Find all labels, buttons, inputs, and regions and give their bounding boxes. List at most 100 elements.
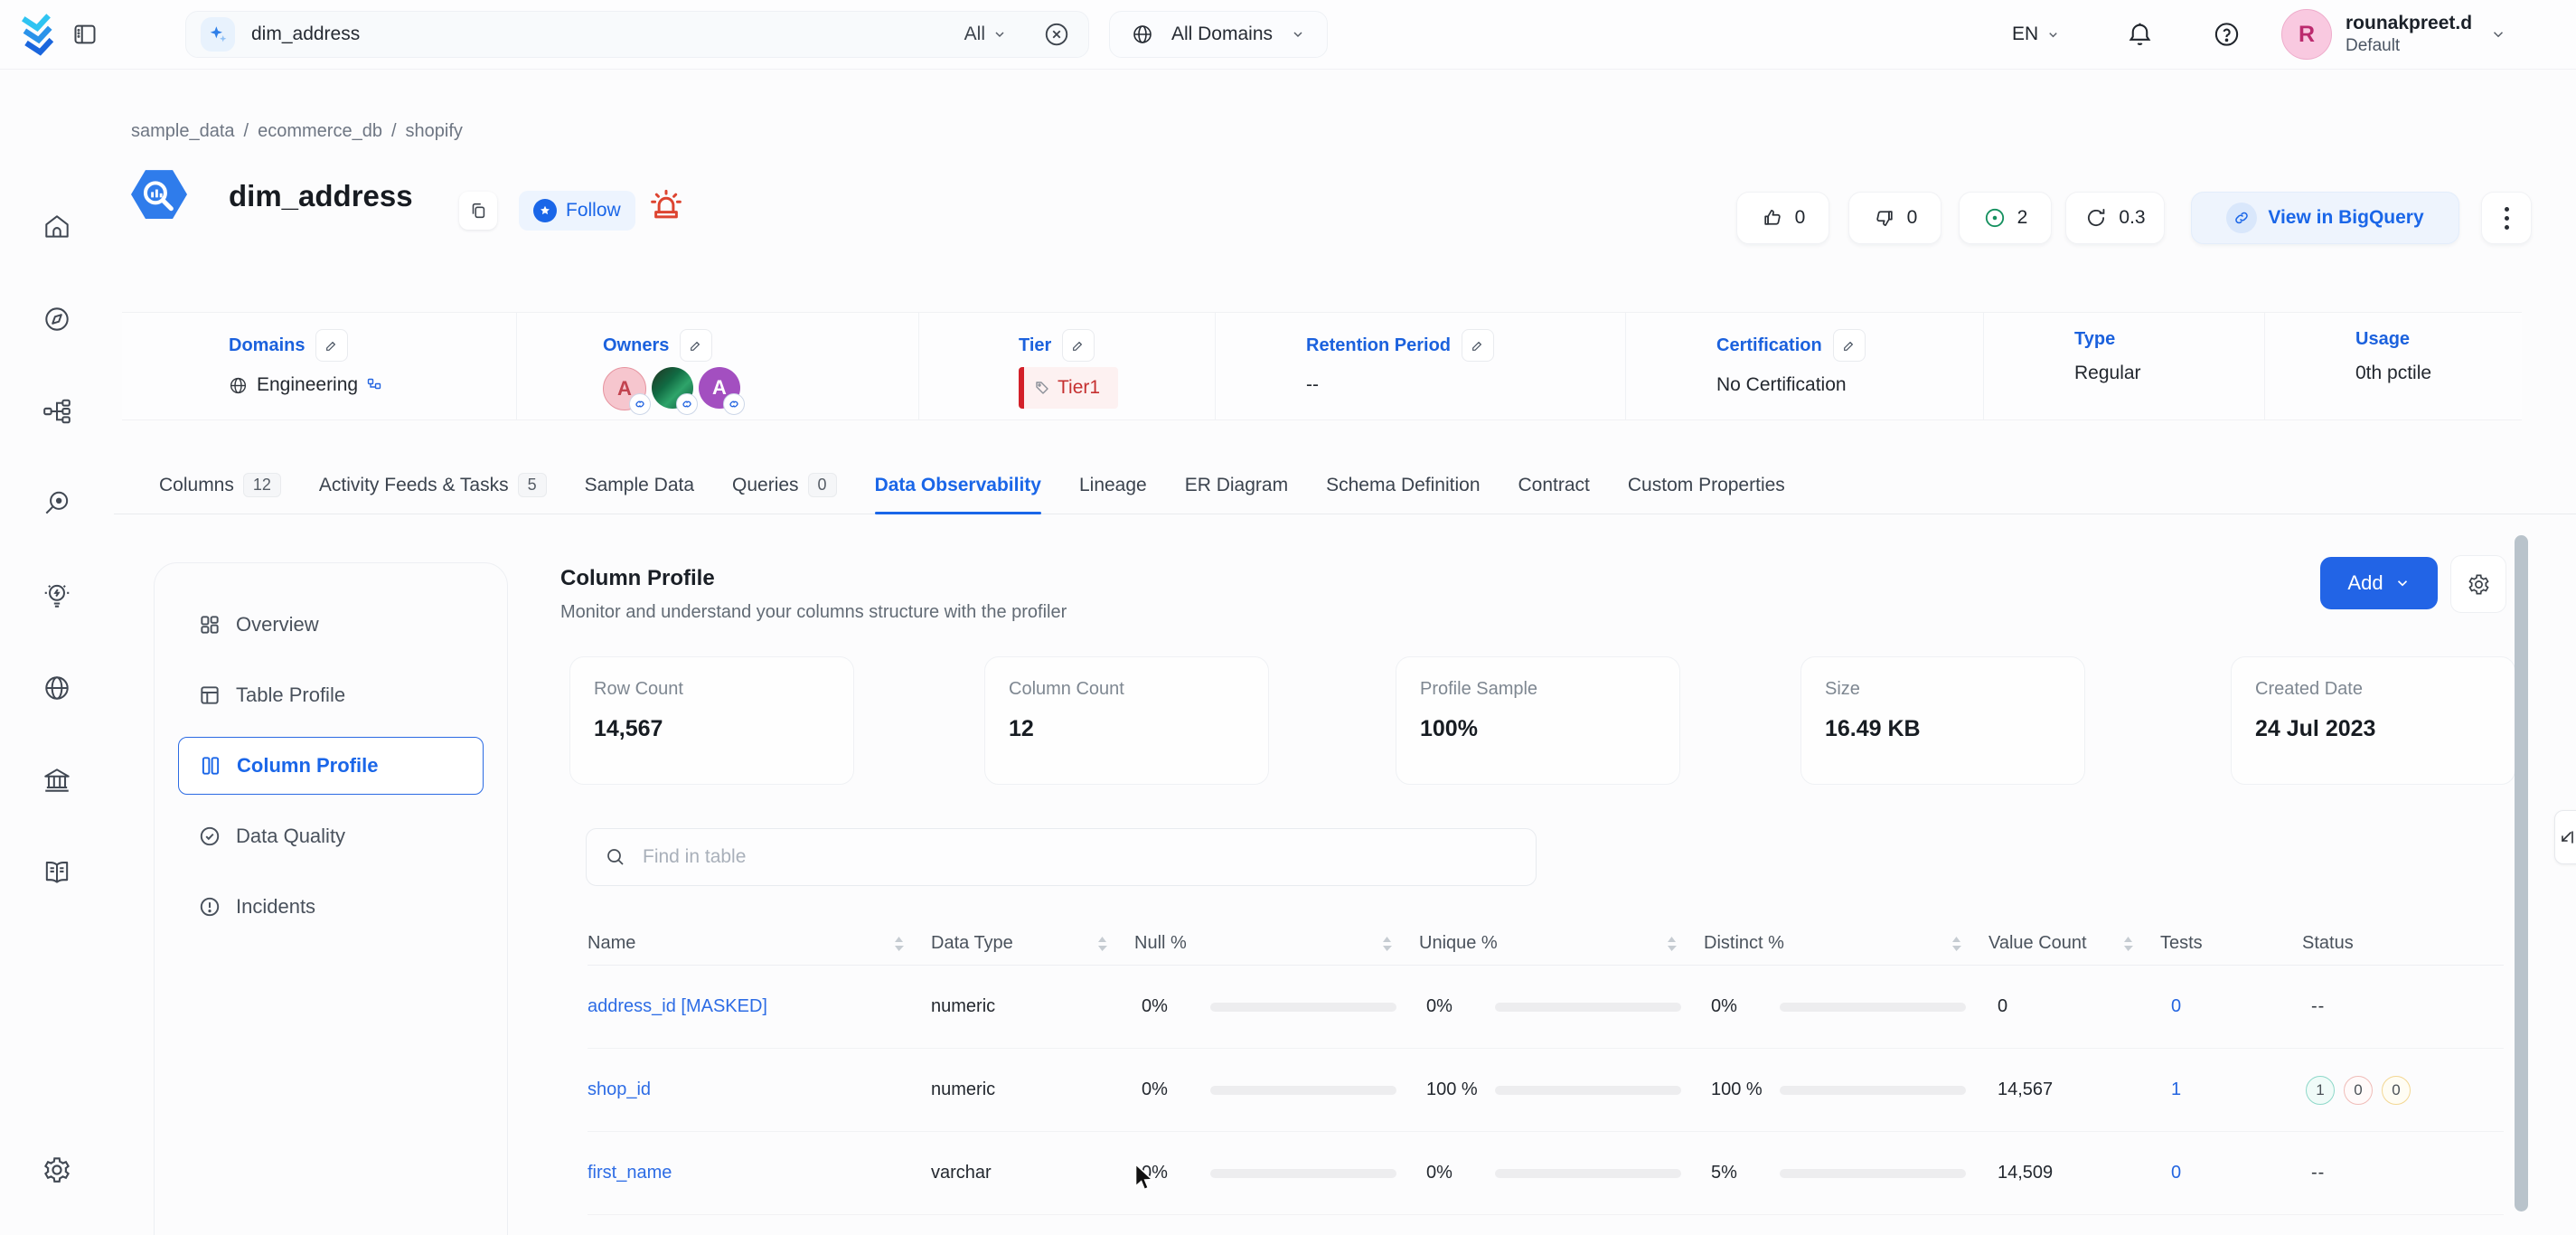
domains-filter-value: All Domains xyxy=(1171,24,1273,45)
header-value-count[interactable]: Value Count xyxy=(1988,933,2160,954)
sort-icon[interactable] xyxy=(1382,937,1392,951)
status-cell: -- xyxy=(2302,1163,2504,1183)
add-label: Add xyxy=(2347,571,2383,595)
home-icon[interactable] xyxy=(42,212,72,242)
chevron-down-icon xyxy=(1291,27,1305,42)
header-null-pct[interactable]: Null % xyxy=(1134,933,1419,954)
sidebar-toggle-icon[interactable] xyxy=(72,22,98,47)
settings-gear-icon[interactable] xyxy=(42,1155,72,1185)
owner-avatar[interactable]: A xyxy=(603,367,646,410)
owners-label: Owners xyxy=(603,335,669,356)
edit-domains-button[interactable] xyxy=(315,329,348,362)
tab-columns[interactable]: Columns12 xyxy=(159,457,281,514)
tab-lineage[interactable]: Lineage xyxy=(1079,457,1147,514)
tab-er-diagram[interactable]: ER Diagram xyxy=(1185,457,1288,514)
insights-bulb-icon[interactable] xyxy=(42,580,72,611)
views-button[interactable]: 2 xyxy=(1959,192,2052,244)
menu-item-table-profile[interactable]: Table Profile xyxy=(178,666,484,724)
view-in-source-button[interactable]: View in BigQuery xyxy=(2191,192,2459,244)
panel-resize-handle[interactable] xyxy=(2554,810,2576,864)
menu-item-incidents[interactable]: Incidents xyxy=(178,878,484,936)
tab-data-observability[interactable]: Data Observability xyxy=(875,457,1041,514)
search-scope-dropdown[interactable]: All xyxy=(964,24,1007,45)
notifications-bell-icon[interactable] xyxy=(2126,21,2154,49)
add-button[interactable]: Add xyxy=(2320,557,2438,609)
sort-icon[interactable] xyxy=(1097,937,1107,951)
vertical-scrollbar[interactable] xyxy=(2515,535,2528,1211)
section-title: Column Profile xyxy=(560,566,715,591)
sort-icon[interactable] xyxy=(2123,937,2133,951)
chevron-down-icon[interactable] xyxy=(2490,26,2506,42)
upvote-button[interactable]: 0 xyxy=(1736,192,1829,244)
tests-link[interactable]: 1 xyxy=(2160,1079,2302,1100)
status-failed-badge[interactable]: 0 xyxy=(2344,1076,2373,1105)
global-search-bar[interactable]: All xyxy=(185,11,1089,58)
status-aborted-badge[interactable]: 0 xyxy=(2382,1076,2411,1105)
summary-card-size: Size 16.49 KB xyxy=(1800,656,2085,785)
help-icon[interactable] xyxy=(2213,21,2241,49)
find-in-table-search[interactable] xyxy=(586,828,1537,886)
header-name[interactable]: Name xyxy=(588,933,931,954)
header-unique-pct[interactable]: Unique % xyxy=(1419,933,1704,954)
status-success-badge[interactable]: 1 xyxy=(2306,1076,2335,1105)
views-target-icon xyxy=(1983,206,2007,230)
value-count-cell: 14,509 xyxy=(1988,1163,2160,1183)
tests-link[interactable]: 0 xyxy=(2160,1163,2302,1183)
copy-name-button[interactable] xyxy=(459,192,497,230)
data-type-cell: numeric xyxy=(931,996,1134,1017)
tab-sample-data[interactable]: Sample Data xyxy=(585,457,694,514)
app-logo-icon[interactable] xyxy=(16,11,60,58)
downvote-button[interactable]: 0 xyxy=(1848,192,1941,244)
sort-icon[interactable] xyxy=(1667,937,1677,951)
global-search-input[interactable] xyxy=(249,23,950,46)
tests-link[interactable]: 0 xyxy=(2160,996,2302,1017)
edit-owners-button[interactable] xyxy=(680,329,712,362)
edit-retention-button[interactable] xyxy=(1462,329,1494,362)
header-data-type[interactable]: Data Type xyxy=(931,933,1134,954)
menu-item-overview[interactable]: Overview xyxy=(178,596,484,654)
score-button[interactable]: 0.3 xyxy=(2065,192,2165,244)
tab-activity-feeds[interactable]: Activity Feeds & Tasks5 xyxy=(319,457,547,514)
header-distinct-pct[interactable]: Distinct % xyxy=(1704,933,1988,954)
menu-item-data-quality[interactable]: Data Quality xyxy=(178,807,484,865)
tab-queries[interactable]: Queries0 xyxy=(732,457,837,514)
user-menu[interactable]: R rounakpreet.d Default xyxy=(2281,9,2506,60)
user-avatar-initial: R xyxy=(2299,22,2315,48)
column-name-link[interactable]: shop_id xyxy=(588,1079,931,1100)
domains-globe-icon[interactable] xyxy=(42,673,72,703)
menu-item-column-profile[interactable]: Column Profile xyxy=(178,737,484,795)
owner-avatar[interactable]: A xyxy=(699,367,740,410)
breadcrumb-service[interactable]: sample_data xyxy=(131,121,235,142)
breadcrumb-schema[interactable]: shopify xyxy=(406,121,463,142)
user-avatar[interactable]: R xyxy=(2281,9,2332,60)
alert-siren-icon[interactable] xyxy=(647,184,685,222)
follow-button[interactable]: Follow xyxy=(519,191,635,231)
tab-custom-properties[interactable]: Custom Properties xyxy=(1628,457,1785,514)
edit-tier-button[interactable] xyxy=(1062,329,1095,362)
breadcrumb-database[interactable]: ecommerce_db xyxy=(258,121,382,142)
owner-avatar[interactable] xyxy=(652,367,693,410)
data-quality-icon xyxy=(198,825,221,848)
table-row: shop_id numeric 0% 100 % 100 % 14,567 1 … xyxy=(588,1049,2504,1132)
tier-badge[interactable]: Tier1 xyxy=(1019,367,1118,409)
domains-value[interactable]: Engineering xyxy=(257,374,358,396)
more-options-button[interactable] xyxy=(2481,192,2532,244)
clear-search-icon[interactable] xyxy=(1043,21,1070,48)
sort-icon[interactable] xyxy=(1951,937,1961,951)
govern-bank-icon[interactable] xyxy=(42,765,72,796)
column-name-link[interactable]: first_name xyxy=(588,1163,931,1183)
domains-filter-dropdown[interactable]: All Domains xyxy=(1109,11,1328,58)
edit-certification-button[interactable] xyxy=(1833,329,1866,362)
tab-schema-definition[interactable]: Schema Definition xyxy=(1326,457,1480,514)
lineage-flow-icon[interactable] xyxy=(42,396,72,427)
language-selector[interactable]: EN xyxy=(2012,24,2060,45)
observability-icon[interactable] xyxy=(42,488,72,519)
metadata-owners: Owners A A xyxy=(517,313,919,420)
find-in-table-input[interactable] xyxy=(641,845,1518,869)
profiler-settings-button[interactable] xyxy=(2450,555,2506,613)
explore-compass-icon[interactable] xyxy=(42,304,72,335)
glossary-book-icon[interactable] xyxy=(42,857,72,888)
tab-contract[interactable]: Contract xyxy=(1518,457,1590,514)
sort-icon[interactable] xyxy=(894,937,904,951)
column-name-link[interactable]: address_id [MASKED] xyxy=(588,996,931,1017)
